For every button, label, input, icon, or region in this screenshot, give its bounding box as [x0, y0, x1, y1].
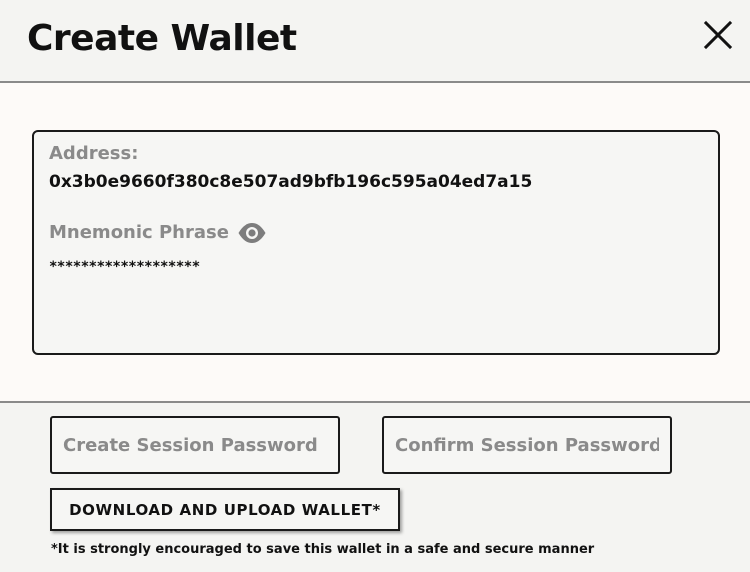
- wallet-section: Address: 0x3b0e9660f380c8e507ad9bfb196c5…: [0, 83, 750, 403]
- download-upload-wallet-button[interactable]: DOWNLOAD AND UPLOAD WALLET*: [50, 488, 400, 531]
- address-label: Address:: [49, 143, 139, 164]
- close-icon: [703, 20, 733, 50]
- mnemonic-label: Mnemonic Phrase: [49, 222, 229, 243]
- address-value: 0x3b0e9660f380c8e507ad9bfb196c595a04ed7a…: [49, 172, 533, 192]
- mnemonic-value: *******************: [49, 259, 200, 275]
- security-note: *It is strongly encouraged to save this …: [51, 542, 595, 557]
- dialog-header: Create Wallet: [0, 0, 750, 83]
- dialog-footer: DOWNLOAD AND UPLOAD WALLET* *It is stron…: [0, 405, 750, 572]
- eye-icon: [238, 223, 266, 243]
- confirm-session-password-input[interactable]: [382, 416, 672, 474]
- wallet-info-box: Address: 0x3b0e9660f380c8e507ad9bfb196c5…: [32, 130, 720, 355]
- mnemonic-visibility-toggle[interactable]: [237, 221, 267, 245]
- close-button[interactable]: [700, 17, 736, 53]
- dialog-title: Create Wallet: [27, 18, 297, 59]
- create-session-password-input[interactable]: [50, 416, 340, 474]
